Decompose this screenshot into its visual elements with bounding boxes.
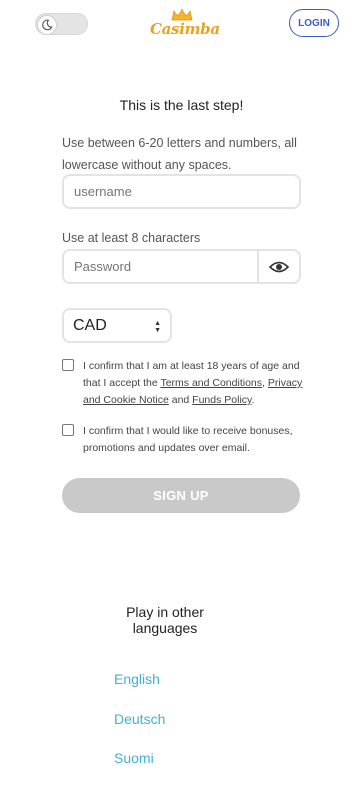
- username-input[interactable]: [62, 174, 301, 209]
- logo-text: Casimba: [150, 20, 220, 38]
- login-button[interactable]: LOGIN: [289, 9, 339, 37]
- casimba-logo[interactable]: Casimba: [150, 8, 220, 40]
- age-confirm-text: I confirm that I am at least 18 years of…: [83, 360, 303, 406]
- funds-policy-link[interactable]: Funds Policy: [192, 394, 251, 406]
- language-link-deutsch[interactable]: Deutsch: [114, 711, 165, 727]
- header: Casimba LOGIN: [0, 0, 363, 50]
- show-password-button[interactable]: [257, 249, 301, 284]
- select-arrows-icon: ▲ ▼: [154, 320, 161, 334]
- signup-button[interactable]: SIGN UP: [62, 478, 300, 513]
- terms-link[interactable]: Terms and Conditions: [160, 377, 262, 389]
- marketing-confirm-checkbox[interactable]: [62, 424, 74, 436]
- username-hint: Use between 6-20 letters and numbers, al…: [62, 136, 297, 172]
- password-hint: Use at least 8 characters: [62, 231, 201, 245]
- language-link-english[interactable]: English: [114, 671, 160, 687]
- page-title: This is the last step!: [119, 97, 244, 113]
- marketing-confirm-text: I confirm that I would like to receive b…: [83, 425, 293, 454]
- languages-title: Play in other languages: [126, 604, 204, 636]
- theme-toggle[interactable]: [35, 13, 88, 35]
- password-input[interactable]: [62, 249, 259, 284]
- eye-icon: [269, 261, 289, 272]
- language-link-suomi[interactable]: Suomi: [114, 750, 154, 766]
- age-confirm-checkbox[interactable]: [62, 359, 74, 371]
- currency-select[interactable]: CAD ▲ ▼: [62, 308, 172, 343]
- moon-icon: [37, 15, 57, 35]
- currency-value: CAD: [73, 316, 107, 334]
